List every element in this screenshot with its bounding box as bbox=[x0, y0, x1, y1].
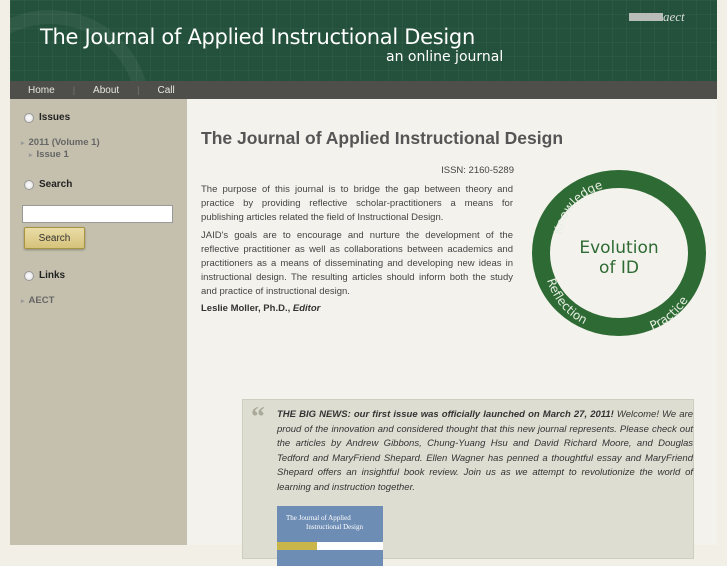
aect-logo[interactable]: aect bbox=[629, 9, 689, 24]
logo-center-line1: Evolution bbox=[579, 238, 658, 258]
search-button[interactable]: Search bbox=[24, 227, 85, 249]
site-header: The Journal of Applied Instructional Des… bbox=[10, 0, 717, 81]
search-input[interactable] bbox=[22, 205, 173, 223]
logo-center-line2: of ID bbox=[599, 258, 639, 278]
aect-logo-bar bbox=[629, 13, 663, 21]
sidebar: Issues 2011 (Volume 1) Issue 1 Search Se… bbox=[10, 99, 187, 545]
top-nav: Home | About | Call bbox=[10, 81, 717, 99]
news-box: “ THE BIG NEWS: our first issue was offi… bbox=[242, 399, 694, 566]
cover-title-line1: The Journal of Applied bbox=[286, 514, 351, 522]
nav-separator: | bbox=[137, 85, 140, 95]
search-heading: Search bbox=[24, 179, 72, 190]
nav-about[interactable]: About bbox=[75, 85, 119, 96]
links-heading-label: Links bbox=[39, 270, 66, 281]
journal-cover-image[interactable]: The Journal of Applied Instructional Des… bbox=[277, 506, 383, 566]
sidebar-item-volume[interactable]: 2011 (Volume 1) bbox=[21, 137, 100, 148]
page-frame: The Journal of Applied Instructional Des… bbox=[10, 0, 717, 566]
site-subtitle: an online journal bbox=[386, 49, 504, 65]
news-body: Welcome! We are proud of the innovation … bbox=[277, 409, 693, 493]
issues-heading: Issues bbox=[24, 112, 70, 123]
search-heading-label: Search bbox=[39, 179, 73, 190]
site-title[interactable]: The Journal of Applied Instructional Des… bbox=[40, 25, 475, 49]
news-text: THE BIG NEWS: our first issue was offici… bbox=[277, 408, 693, 495]
nav-home[interactable]: Home bbox=[10, 85, 55, 96]
nav-call[interactable]: Call bbox=[140, 85, 175, 96]
bullet-icon bbox=[24, 270, 34, 281]
sidebar-item-aect[interactable]: AECT bbox=[21, 295, 55, 306]
editor-credit: Leslie Moller, Ph.D., Editor bbox=[201, 303, 320, 314]
bullet-icon bbox=[24, 112, 34, 123]
cover-image-strip bbox=[277, 542, 383, 550]
cover-title-line2: Instructional Design bbox=[306, 523, 363, 531]
quote-icon: “ bbox=[251, 402, 265, 433]
aect-logo-text: aect bbox=[663, 9, 685, 24]
page-title: The Journal of Applied Instructional Des… bbox=[201, 128, 564, 148]
issn: ISSN: 2160-5289 bbox=[441, 165, 514, 176]
sidebar-item-issue[interactable]: Issue 1 bbox=[29, 149, 69, 160]
editor-role: Editor bbox=[292, 303, 321, 314]
goals-paragraph: JAID's goals are to encourage and nurtur… bbox=[201, 230, 513, 297]
issues-heading-label: Issues bbox=[39, 112, 71, 123]
links-heading: Links bbox=[24, 270, 65, 281]
intro-paragraph: The purpose of this journal is to bridge… bbox=[201, 184, 513, 223]
evolution-of-id-logo: Knowledge Reflection Practice Evolution … bbox=[532, 170, 706, 336]
nav-separator: | bbox=[72, 85, 76, 95]
editor-name: Leslie Moller, Ph.D., bbox=[201, 303, 291, 314]
news-headline: THE BIG NEWS: our first issue was offici… bbox=[277, 409, 614, 420]
bullet-icon bbox=[24, 179, 34, 190]
main-content: The Journal of Applied Instructional Des… bbox=[187, 99, 717, 566]
